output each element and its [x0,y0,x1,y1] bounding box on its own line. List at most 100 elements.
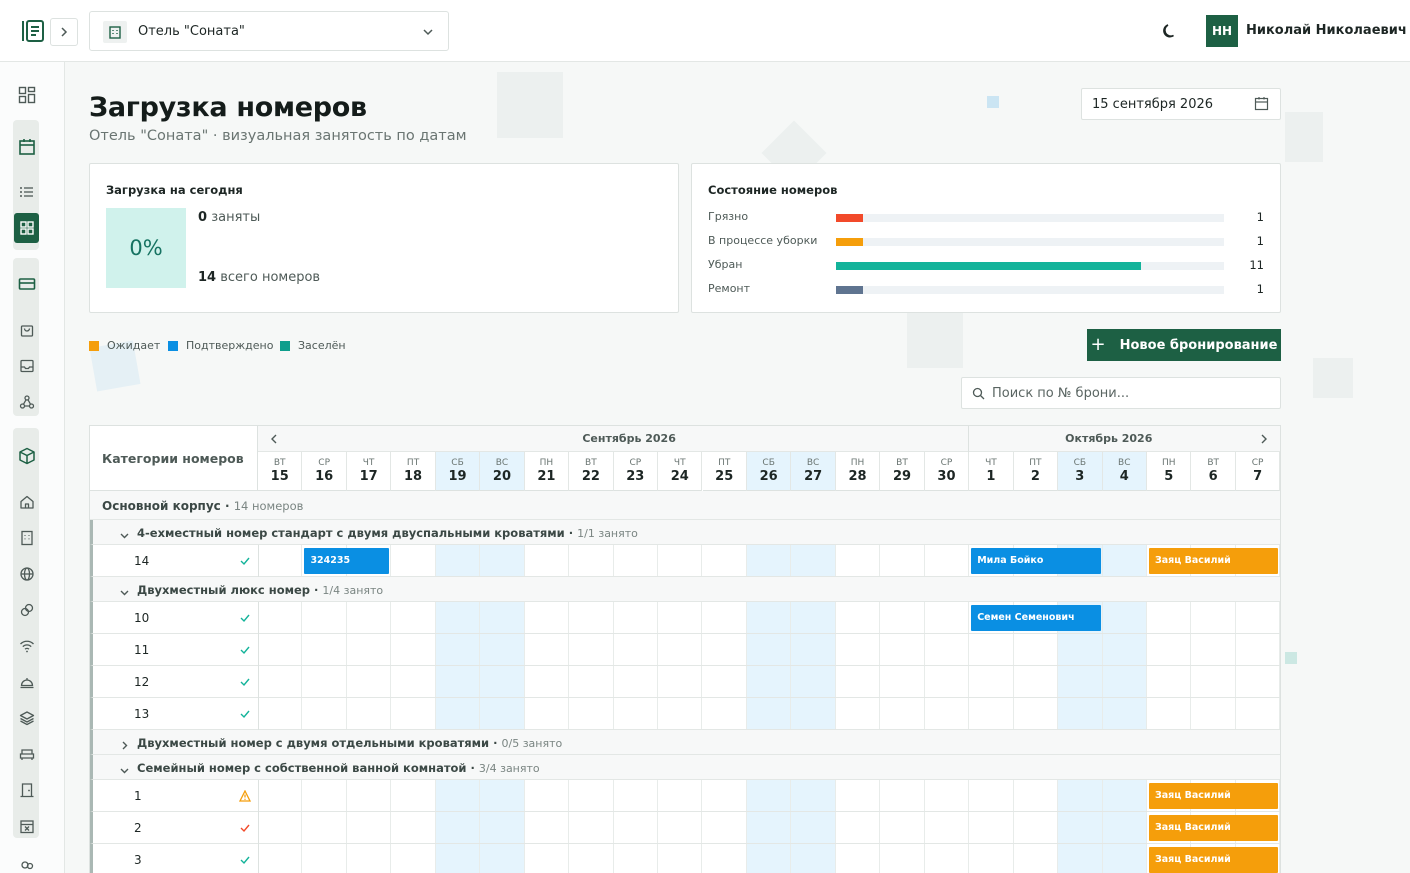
day-cell[interactable] [925,812,970,843]
day-cell[interactable] [703,602,747,633]
day-header[interactable]: ВС 27 [791,452,836,491]
day-cell[interactable] [969,812,1014,843]
day-cell[interactable] [1014,698,1059,729]
room-number[interactable]: 12 [134,675,149,689]
day-cell[interactable] [658,545,703,576]
day-cell[interactable] [480,844,525,873]
day-cell[interactable] [525,780,570,811]
day-cell[interactable] [569,812,614,843]
day-cell[interactable] [347,812,392,843]
day-cell[interactable] [925,698,970,729]
day-cell[interactable] [391,844,436,873]
day-cell[interactable] [1102,602,1147,633]
booking-search[interactable] [961,377,1281,409]
day-cell[interactable] [1058,634,1103,665]
day-cell[interactable] [435,602,481,633]
day-cell[interactable] [525,545,570,576]
booking-bar[interactable]: Заяц Василий [1149,815,1279,841]
date-picker[interactable]: 15 сентября 2026 [1081,88,1281,120]
room-number[interactable]: 14 [134,554,149,568]
day-cell[interactable] [435,698,481,729]
day-cell[interactable] [703,780,747,811]
day-cell[interactable] [880,666,925,697]
day-header[interactable]: ПТ 18 [391,452,436,491]
day-cell[interactable] [1191,698,1236,729]
day-cell[interactable] [614,545,659,576]
day-header[interactable]: СР 7 [1235,452,1280,491]
moon-icon[interactable] [1161,22,1179,40]
link-icon[interactable] [17,600,37,620]
day-cell[interactable] [1191,602,1236,633]
day-cell[interactable] [703,545,747,576]
day-cell[interactable] [347,634,392,665]
day-cell[interactable] [746,602,792,633]
day-cell[interactable] [614,666,659,697]
day-cell[interactable] [836,602,881,633]
day-cell[interactable] [1236,698,1280,729]
day-cell[interactable] [703,844,747,873]
day-header[interactable]: СР 16 [302,452,347,491]
day-cell[interactable] [836,666,881,697]
day-cell[interactable] [1236,602,1280,633]
day-cell[interactable] [347,780,392,811]
day-cell[interactable] [569,545,614,576]
building-icon[interactable] [17,528,37,548]
day-header[interactable]: СР 23 [613,452,659,491]
day-cell[interactable] [925,780,970,811]
day-cell[interactable] [302,602,347,633]
day-header[interactable]: ВТ 15 [258,452,303,491]
day-cell[interactable] [969,666,1014,697]
home-icon[interactable] [17,492,37,512]
day-cell[interactable] [258,844,303,873]
day-cell[interactable] [435,545,481,576]
bell-service-icon[interactable] [17,672,37,692]
day-cell[interactable] [569,666,614,697]
day-cell[interactable] [969,634,1014,665]
day-header[interactable]: ПН 5 [1147,452,1192,491]
day-cell[interactable] [1058,812,1103,843]
day-cell[interactable] [658,666,703,697]
webhook-icon[interactable] [17,392,37,412]
wifi-icon[interactable] [17,636,37,656]
category-row[interactable]: Семейный номер с собственной ванной комн… [90,755,1280,780]
day-cell[interactable] [569,634,614,665]
day-header[interactable]: ПТ 25 [702,452,747,491]
booking-bar[interactable]: Заяц Василий [1149,783,1279,809]
day-cell[interactable] [1147,634,1192,665]
avatar[interactable]: НН [1206,15,1238,47]
day-header[interactable]: ПТ 2 [1013,452,1059,491]
day-cell[interactable] [258,602,303,633]
day-cell[interactable] [614,634,659,665]
day-cell[interactable] [1102,698,1147,729]
room-grid-icon[interactable] [14,213,39,243]
room-number[interactable]: 3 [134,853,142,867]
day-cell[interactable] [969,698,1014,729]
day-cell[interactable] [791,844,836,873]
day-header[interactable]: СБ 26 [746,452,792,491]
day-cell[interactable] [302,844,347,873]
room-number[interactable]: 1 [134,789,142,803]
booking-bar[interactable]: Семен Семенович [971,605,1101,631]
next-period-button[interactable] [1248,426,1280,452]
calendar-icon[interactable] [17,137,37,157]
day-cell[interactable] [391,780,436,811]
globe-icon[interactable] [17,564,37,584]
search-input[interactable] [992,382,1272,404]
day-cell[interactable] [302,698,347,729]
day-cell[interactable] [925,634,970,665]
day-header[interactable]: ЧТ 1 [969,452,1014,491]
day-cell[interactable] [880,545,925,576]
room-number[interactable]: 2 [134,821,142,835]
day-cell[interactable] [258,634,303,665]
day-cell[interactable] [258,666,303,697]
day-cell[interactable] [258,812,303,843]
user-name[interactable]: Николай Николаевич [1246,23,1407,38]
day-cell[interactable] [880,634,925,665]
day-cell[interactable] [658,844,703,873]
day-header[interactable]: ПН 28 [835,452,881,491]
day-cell[interactable] [703,812,747,843]
day-cell[interactable] [1236,634,1280,665]
category-row[interactable]: Двухместный люкс номер · 1/4 занято [90,577,1280,602]
day-cell[interactable] [1014,666,1059,697]
chevron-right-icon[interactable] [119,736,130,755]
